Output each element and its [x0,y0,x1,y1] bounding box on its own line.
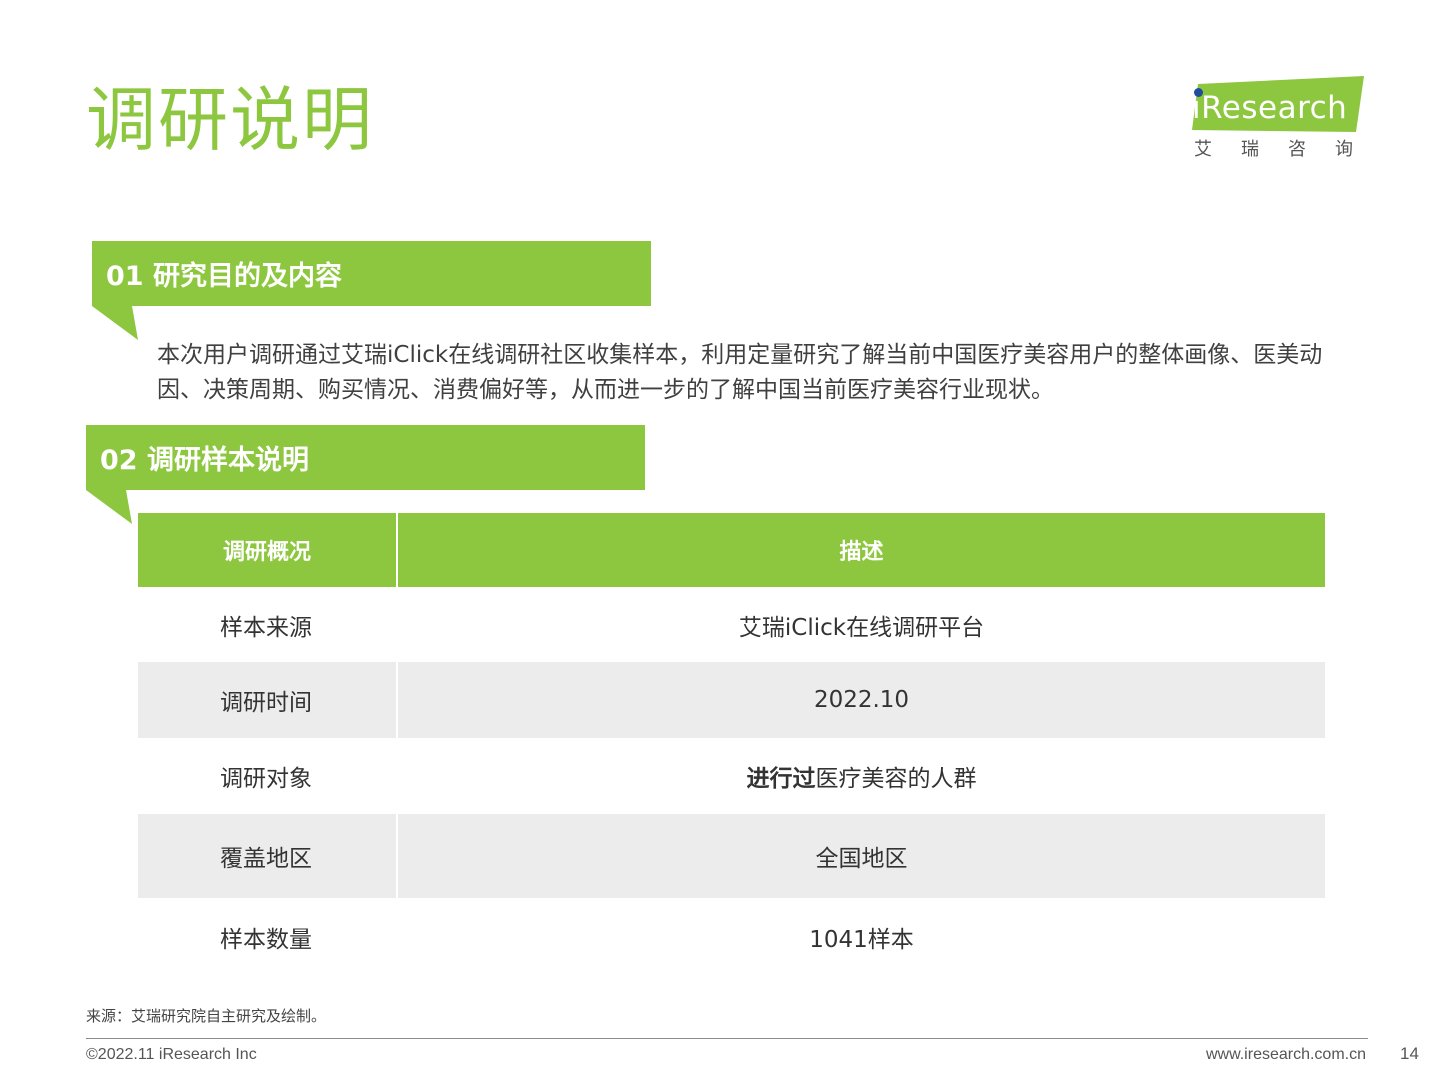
section-heading-label: 02 调研样本说明 [100,445,309,476]
table-row: 调研时间 2022.10 [138,662,1325,738]
row-value-emphasis: 进行过 [746,766,816,792]
row-value: 全国地区 [815,846,908,872]
source-note: 来源：艾瑞研究院自主研究及绘制。 [86,1007,327,1025]
row-value: 1041样本 [809,927,914,953]
sample-info-table: 调研概况 描述 样本来源 艾瑞iClick在线调研平台 调研时间 2022.10… [138,513,1325,976]
row-label: 样本数量 [220,927,312,953]
table-row: 样本来源 艾瑞iClick在线调研平台 [138,587,1325,662]
footer-copyright: ©2022.11 iResearch Inc [86,1046,257,1063]
page-title: 调研说明 [86,79,374,161]
table-header-cell: 描述 [839,540,884,565]
row-value: 进行过 医疗美容的人群 [398,738,1325,814]
row-label: 调研对象 [220,766,312,792]
row-label: 样本来源 [220,614,312,641]
section-heading-sample: 02 调研样本说明 [86,425,645,490]
logo-chinese-name: 艾瑞咨询 [1194,139,1382,160]
page-number: 14 [1400,1044,1419,1063]
footer-divider [86,1038,1368,1039]
table-row: 样本数量 1041样本 [138,898,1325,976]
banner-fold-decoration [92,306,138,340]
intro-paragraph: 本次用户调研通过艾瑞iClick在线调研社区收集样本，利用定量研究了解当前中国医… [157,342,1323,403]
row-value-rest: 医疗美容的人群 [815,766,977,792]
table-header-cell: 调研概况 [138,513,398,587]
footer-website-link[interactable]: www.iresearch.com.cn [1206,1046,1366,1064]
logo-wordmark: ıResearch [1192,90,1348,126]
table-row: 覆盖地区 全国地区 [138,814,1325,898]
table-row: 调研对象 进行过 医疗美容的人群 [138,738,1325,814]
banner-fold-decoration [86,490,132,524]
section-heading-label: 01 研究目的及内容 [106,261,342,292]
row-value: 艾瑞iClick在线调研平台 [738,614,985,641]
table-header-row: 调研概况 描述 [138,513,1325,587]
section-heading-purpose: 01 研究目的及内容 [92,241,651,306]
row-label: 调研时间 [138,662,398,738]
row-value: 2022.10 [813,687,910,713]
row-label: 覆盖地区 [138,814,398,898]
iresearch-logo: ıResearch 艾瑞咨询 [1188,74,1370,166]
